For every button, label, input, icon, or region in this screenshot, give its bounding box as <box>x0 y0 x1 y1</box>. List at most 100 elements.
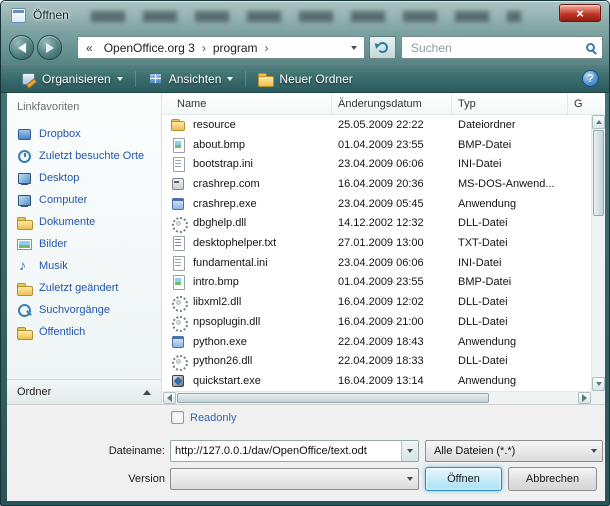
search-box[interactable] <box>401 36 603 59</box>
file-row[interactable]: desktophelper.txt 27.01.2009 13:00 TXT-D… <box>163 233 591 253</box>
search-icon <box>586 43 595 52</box>
close-button[interactable]: × <box>559 4 601 22</box>
arrow-left-icon <box>167 394 172 402</box>
sidebar-item-documents[interactable]: Dokumente <box>7 211 161 233</box>
help-button[interactable]: ? <box>582 70 599 87</box>
search-input[interactable] <box>409 40 586 56</box>
version-select[interactable] <box>170 468 419 490</box>
file-row[interactable]: quickstart.exe 16.04.2009 13:14 Anwendun… <box>163 371 591 391</box>
open-button[interactable]: Öffnen <box>425 467 502 491</box>
file-row[interactable]: python26.dll 22.04.2009 18:33 DLL-Datei <box>163 351 591 371</box>
command-toolbar: Organisieren Ansichten Neuer Ordner ? <box>1 64 609 93</box>
views-button[interactable]: Ansichten <box>138 69 244 89</box>
vertical-scrollbar[interactable] <box>591 115 605 391</box>
readonly-checkbox[interactable] <box>171 411 184 424</box>
file-type: DLL-Datei <box>458 316 591 328</box>
sidebar-item-desktop[interactable]: Desktop <box>7 167 161 189</box>
file-name: python26.dll <box>193 355 338 367</box>
chevron-down-icon <box>591 449 597 453</box>
scroll-right-button[interactable] <box>578 392 591 404</box>
folder-icon <box>17 127 32 142</box>
file-list: Name Änderungsdatum Typ G resource 25.05… <box>163 93 605 404</box>
scroll-left-button[interactable] <box>163 392 176 404</box>
column-header-name[interactable]: Name <box>163 93 332 114</box>
file-name: quickstart.exe <box>193 375 338 387</box>
file-row[interactable]: dbghelp.dll 14.12.2002 12:32 DLL-Datei <box>163 214 591 234</box>
readonly-option[interactable]: Readonly <box>171 411 236 424</box>
file-row[interactable]: libxml2.dll 16.04.2009 12:02 DLL-Datei <box>163 292 591 312</box>
filename-dropdown-button[interactable] <box>401 441 418 461</box>
organize-button[interactable]: Organisieren <box>11 69 133 89</box>
file-row[interactable]: bootstrap.ini 23.04.2009 06:06 INI-Datei <box>163 154 591 174</box>
sidebar-item-public[interactable]: Öffentlich <box>7 321 161 343</box>
breadcrumb-item-program[interactable]: program <box>208 41 263 55</box>
breadcrumb-overflow-chevrons[interactable]: « <box>80 41 99 55</box>
file-row[interactable]: crashrep.exe 23.04.2009 05:45 Anwendung <box>163 194 591 214</box>
filetype-dropdown-button[interactable] <box>585 441 602 461</box>
horizontal-scrollbar[interactable] <box>163 391 591 404</box>
filename-input[interactable] <box>171 445 401 457</box>
file-row[interactable]: about.bmp 01.04.2009 23:55 BMP-Datei <box>163 135 591 155</box>
breadcrumb-dropdown[interactable] <box>346 37 362 58</box>
refresh-icon <box>377 42 388 53</box>
file-name: about.bmp <box>193 139 338 151</box>
refresh-button[interactable] <box>369 36 396 59</box>
column-header-date-modified[interactable]: Änderungsdatum <box>332 93 452 114</box>
filetype-select[interactable]: Alle Dateien (*.*) <box>425 440 603 462</box>
toolbar-divider <box>245 71 246 87</box>
navigation-bar: « OpenOffice.org 3 › program › <box>1 31 609 64</box>
breadcrumb-item-openoffice[interactable]: OpenOffice.org 3 <box>99 41 200 55</box>
sidebar-item-pictures[interactable]: Bilder <box>7 233 161 255</box>
file-type: Dateiordner <box>458 119 591 131</box>
file-row[interactable]: fundamental.ini 23.04.2009 06:06 INI-Dat… <box>163 253 591 273</box>
horizontal-scroll-thumb[interactable] <box>177 393 489 403</box>
sidebar-item-dropbox[interactable]: Dropbox <box>7 123 161 145</box>
file-type-icon <box>171 177 185 191</box>
scroll-down-button[interactable] <box>592 377 605 391</box>
cancel-button[interactable]: Abbrechen <box>508 467 597 491</box>
breadcrumb[interactable]: « OpenOffice.org 3 › program › <box>77 36 365 59</box>
file-type: INI-Datei <box>458 257 591 269</box>
sidebar-item-recently-changed[interactable]: Zuletzt geändert <box>7 277 161 299</box>
sidebar-item-label: Zuletzt besuchte Orte <box>39 150 144 162</box>
version-label: Version <box>65 468 165 490</box>
sidebar-item-music[interactable]: Musik <box>7 255 161 277</box>
file-row[interactable]: resource 25.05.2009 22:22 Dateiordner <box>163 115 591 135</box>
forward-button[interactable] <box>37 35 62 60</box>
back-button[interactable] <box>9 35 34 60</box>
file-row[interactable]: npsoplugin.dll 16.04.2009 21:00 DLL-Date… <box>163 312 591 332</box>
open-file-dialog: Öffnen × « OpenOffice.org 3 › program › <box>0 0 610 506</box>
file-date: 16.04.2009 21:00 <box>338 316 458 328</box>
file-row[interactable]: python.exe 22.04.2009 18:43 Anwendung <box>163 332 591 352</box>
filename-label: Dateiname: <box>65 440 165 462</box>
version-dropdown-button[interactable] <box>401 469 418 489</box>
sidebar-item-searches[interactable]: Suchvorgänge <box>7 299 161 321</box>
file-row[interactable]: crashrep.com 16.04.2009 20:36 MS-DOS-Anw… <box>163 174 591 194</box>
titlebar[interactable]: Öffnen × <box>1 1 609 31</box>
column-header-type[interactable]: Typ <box>452 93 568 114</box>
file-date: 16.04.2009 12:02 <box>338 296 458 308</box>
file-name: fundamental.ini <box>193 257 338 269</box>
column-header-size[interactable]: G <box>568 93 605 114</box>
favorites-sidebar: Linkfavoriten Dropbox Zuletzt besuchte O… <box>7 93 162 404</box>
breadcrumb-separator[interactable]: › <box>263 41 271 55</box>
readonly-label: Readonly <box>190 412 236 424</box>
arrow-up-icon <box>596 120 602 124</box>
sidebar-item-label: Suchvorgänge <box>39 304 110 316</box>
vertical-scroll-thumb[interactable] <box>593 130 604 216</box>
new-folder-button[interactable]: Neuer Ordner <box>248 69 362 89</box>
chevron-down-icon <box>407 477 413 481</box>
file-type-icon <box>171 374 185 388</box>
forward-arrow-icon <box>46 43 54 53</box>
file-date: 14.12.2002 12:32 <box>338 217 458 229</box>
folders-expander[interactable]: Ordner <box>7 379 161 404</box>
file-name: bootstrap.ini <box>193 158 338 170</box>
breadcrumb-separator[interactable]: › <box>200 41 208 55</box>
sidebar-item-recent-places[interactable]: Zuletzt besuchte Orte <box>7 145 161 167</box>
file-type-icon <box>171 256 185 270</box>
scroll-up-button[interactable] <box>592 115 605 129</box>
sidebar-item-computer[interactable]: Computer <box>7 189 161 211</box>
file-type: DLL-Datei <box>458 217 591 229</box>
file-type: DLL-Datei <box>458 296 591 308</box>
file-row[interactable]: intro.bmp 01.04.2009 23:55 BMP-Datei <box>163 273 591 293</box>
